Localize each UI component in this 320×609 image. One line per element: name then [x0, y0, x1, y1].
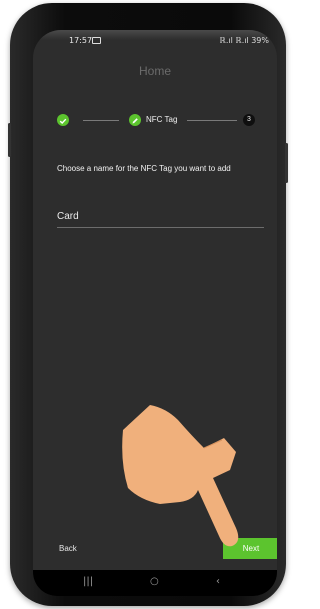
pointing-hand-icon	[122, 405, 239, 547]
